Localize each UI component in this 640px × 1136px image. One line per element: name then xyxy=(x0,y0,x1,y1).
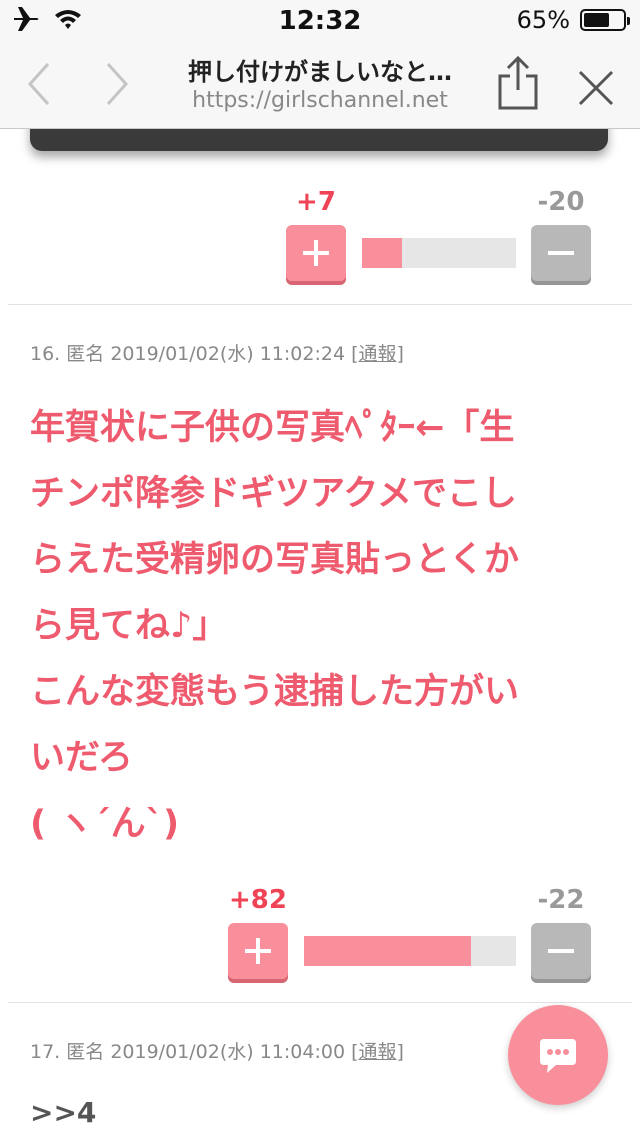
page-url[interactable]: https://girlschannel.net xyxy=(160,88,480,113)
status-bar: 12:32 65% xyxy=(0,0,640,40)
minus-button[interactable] xyxy=(531,225,591,281)
comment-meta: 16. 匿名 2019/01/02(水) 11:02:24 [通報] xyxy=(30,339,404,366)
report-link[interactable]: [通報] xyxy=(351,343,404,365)
back-chevron-icon[interactable] xyxy=(18,58,62,110)
share-icon[interactable] xyxy=(494,54,542,112)
report-link[interactable]: [通報] xyxy=(351,1041,404,1063)
comment-fab-button[interactable] xyxy=(508,1005,608,1105)
comment-author: 匿名 xyxy=(66,343,105,365)
vote-bar xyxy=(304,936,516,966)
comment-date: 2019/01/02(水) 11:02:24 xyxy=(110,343,346,365)
comment-line: いだろ xyxy=(30,738,133,778)
vote-bar-fill xyxy=(304,936,472,966)
plus-count: +82 xyxy=(229,885,287,915)
browser-nav-bar: 押し付けがましいなと… https://girlschannel.net xyxy=(0,40,640,129)
plus-button[interactable] xyxy=(228,923,288,979)
comment-thread: +7 -20 16. 匿名 2019/01/02(水) 11:02:24 [通報… xyxy=(0,129,640,1136)
forward-chevron-icon[interactable] xyxy=(94,58,138,110)
plus-button[interactable] xyxy=(286,225,346,281)
page-title: 押し付けがましいなと… xyxy=(188,58,452,86)
comment-number: 17. xyxy=(30,1041,61,1063)
comment-body: 年賀状に子供の写真ﾍﾟﾀｰ←「生 チンポ降参ドギツアクメでこし らえた受精卵の写… xyxy=(30,395,608,857)
comment-image[interactable] xyxy=(30,129,608,151)
comment-line: 年賀状に子供の写真ﾍﾟﾀｰ←「生 xyxy=(30,408,515,448)
comment-date: 2019/01/02(水) 11:04:00 xyxy=(110,1041,346,1063)
divider xyxy=(8,1002,632,1003)
minus-button[interactable] xyxy=(531,923,591,979)
comment-meta: 17. 匿名 2019/01/02(水) 11:04:00 [通報] xyxy=(30,1037,404,1064)
plus-count: +7 xyxy=(296,187,336,217)
vote-area: +7 -20 xyxy=(0,187,640,287)
vote-area: +82 -22 xyxy=(0,885,640,985)
comment-line: らえた受精卵の写真貼っとくか xyxy=(30,540,519,580)
battery-icon xyxy=(580,9,630,31)
divider xyxy=(8,304,632,305)
minus-count: -20 xyxy=(537,187,585,217)
comment-author: 匿名 xyxy=(66,1041,105,1063)
battery-percent: 65% xyxy=(516,6,570,34)
comment-line: チンポ降参ドギツアクメでこし xyxy=(30,474,517,514)
comment-line: ら見てね♪」 xyxy=(30,606,228,646)
comment-line: こんな変態もう逮捕した方がい xyxy=(30,672,519,712)
minus-count: -22 xyxy=(537,885,585,915)
vote-bar-fill xyxy=(362,238,403,268)
vote-bar xyxy=(362,238,516,268)
comment-line: ( ヽ´ん`) xyxy=(30,804,180,844)
reply-anchor-link[interactable]: >>4 xyxy=(30,1096,96,1129)
comment-number: 16. xyxy=(30,343,61,365)
close-icon[interactable] xyxy=(572,64,620,112)
